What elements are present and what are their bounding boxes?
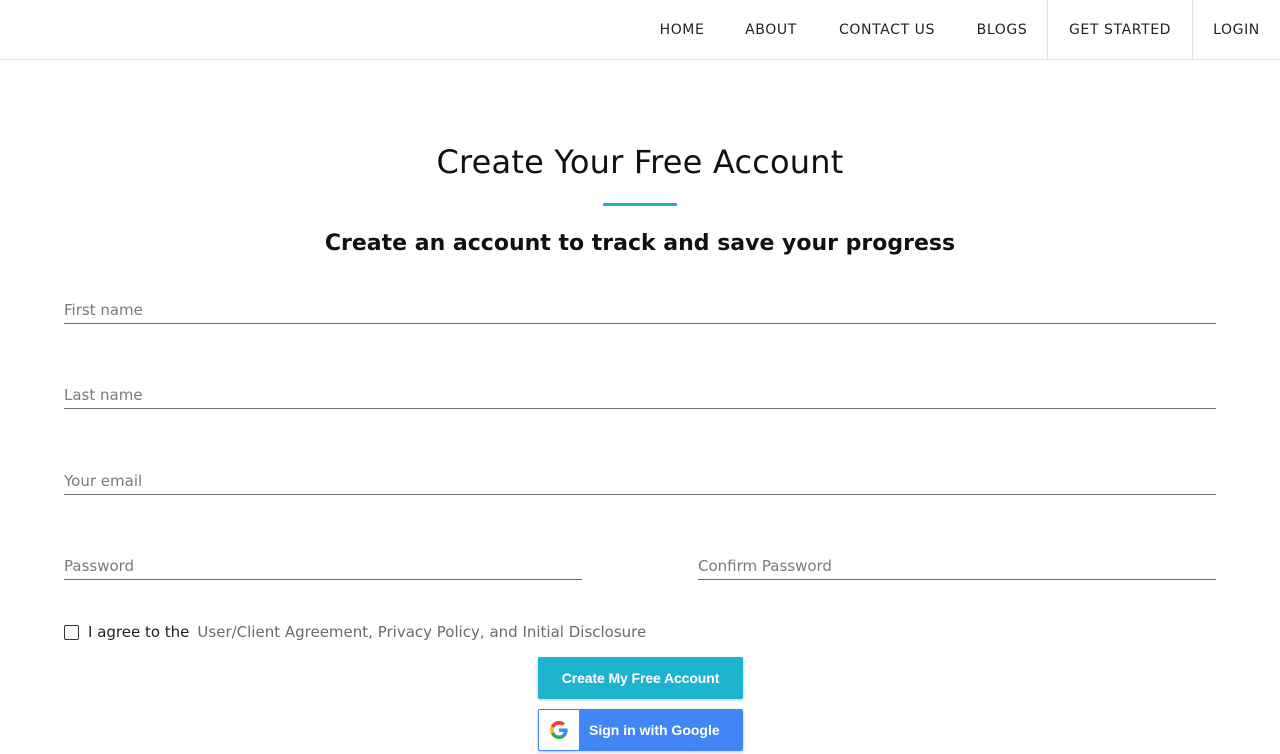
first-name-input[interactable]: [64, 292, 1216, 323]
password-input[interactable]: [64, 548, 582, 579]
last-name-field: [64, 377, 1216, 409]
title-underline-divider: [603, 203, 677, 206]
agree-checkbox[interactable]: [64, 624, 79, 640]
agree-label: I agree to the: [88, 623, 190, 641]
nav-home-link[interactable]: HOME: [639, 0, 725, 59]
create-account-button[interactable]: Create My Free Account: [538, 657, 743, 699]
confirm-password-field: [698, 548, 1216, 580]
page-subtitle: Create an account to track and save your…: [324, 231, 956, 256]
google-g-icon: [539, 710, 579, 750]
nav-get-started-link[interactable]: GET STARTED: [1047, 0, 1193, 59]
google-sign-in-label: Sign in with Google: [589, 722, 720, 738]
email-field: [64, 463, 1216, 495]
nav-login-link[interactable]: LOGIN: [1193, 0, 1280, 59]
page-title: Create Your Free Account: [436, 143, 844, 181]
main-nav: HOME ABOUT CONTACT US BLOGS GET STARTED …: [639, 0, 1280, 59]
nav-blogs-link[interactable]: BLOGS: [957, 0, 1047, 59]
confirm-password-input[interactable]: [698, 548, 1216, 579]
top-navigation-bar: HOME ABOUT CONTACT US BLOGS GET STARTED …: [0, 0, 1280, 60]
first-name-field: [64, 292, 1216, 324]
agreement-row: I agree to the User/Client Agreement, Pr…: [64, 621, 646, 643]
nav-about-link[interactable]: ABOUT: [725, 0, 817, 59]
email-input[interactable]: [64, 463, 1216, 494]
last-name-input[interactable]: [64, 377, 1216, 408]
agreement-documents-link[interactable]: User/Client Agreement, Privacy Policy, a…: [197, 623, 646, 641]
nav-contact-us-link[interactable]: CONTACT US: [817, 0, 957, 59]
google-sign-in-button[interactable]: Sign in with Google: [538, 709, 743, 751]
password-field: [64, 548, 582, 580]
